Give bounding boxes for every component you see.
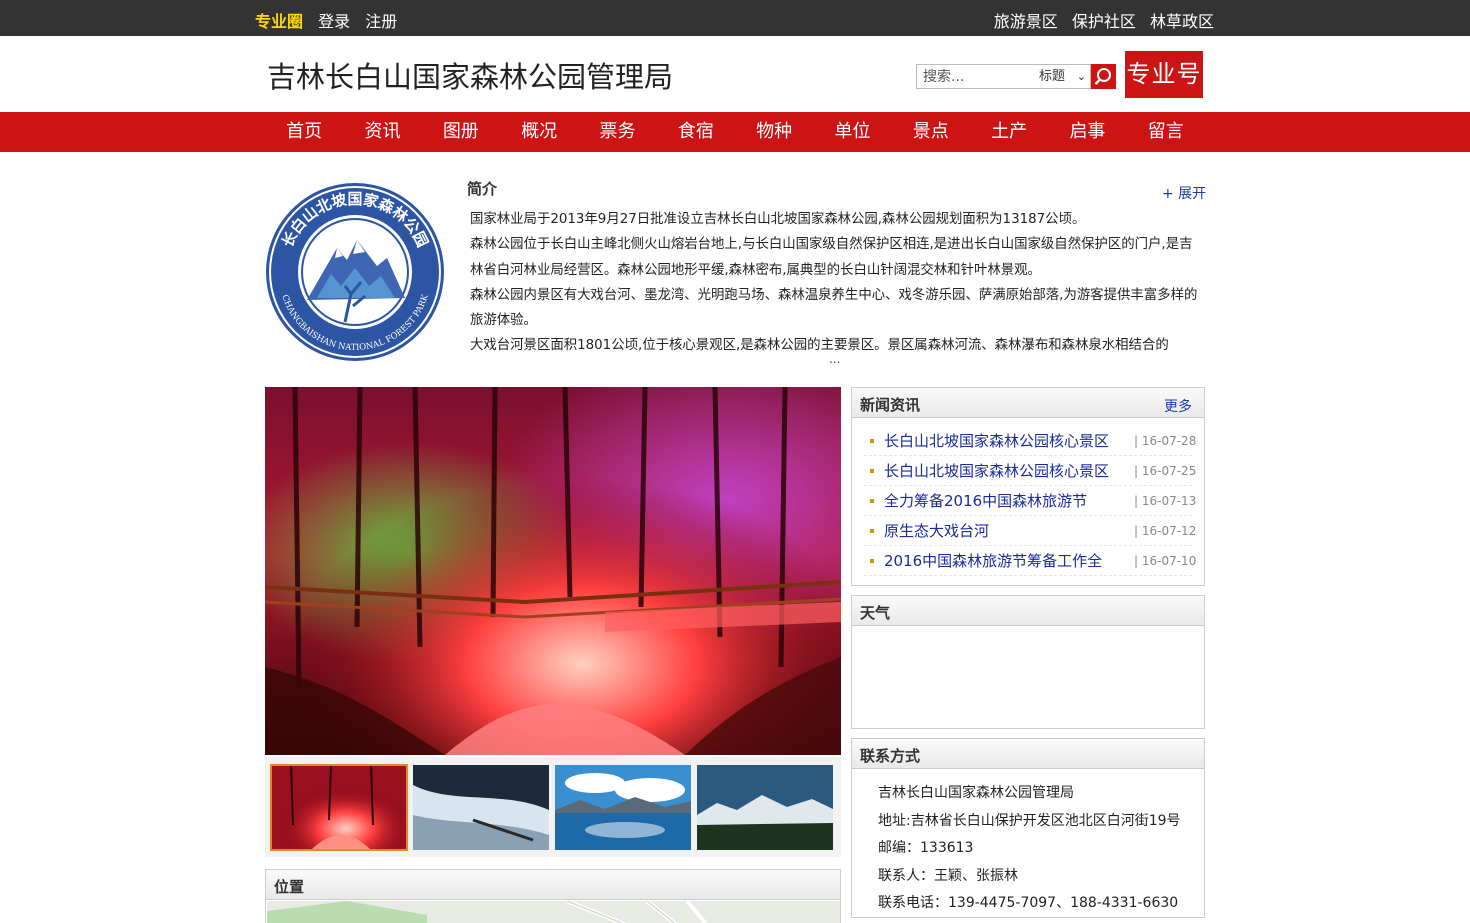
news-item-title[interactable]: 全力筹备2016中国森林旅游节 bbox=[884, 490, 1129, 511]
bullet-icon bbox=[870, 439, 874, 443]
gallery-thumb-4[interactable] bbox=[697, 765, 833, 850]
news-item[interactable]: 全力筹备2016中国森林旅游节 | 16-07-13 bbox=[864, 486, 1196, 516]
brand-link[interactable]: 专业圈 bbox=[255, 12, 303, 31]
news-item-date: | 16-07-25 bbox=[1134, 464, 1197, 478]
nav-item-messages[interactable]: 留言 bbox=[1144, 112, 1188, 152]
nav-item-attractions[interactable]: 景点 bbox=[909, 112, 953, 152]
contact-address: 地址:吉林省长白山保护开发区池北区白河街19号 bbox=[878, 812, 1181, 829]
news-item[interactable]: 原生态大戏台河 | 16-07-12 bbox=[864, 516, 1196, 546]
news-item-title[interactable]: 2016中国森林旅游节筹备工作全 bbox=[884, 550, 1129, 571]
news-item-title[interactable]: 原生态大戏台河 bbox=[884, 520, 1129, 541]
contact-person: 联系人：王颖、张振林 bbox=[878, 867, 1018, 884]
nav-item-lodging[interactable]: 食宿 bbox=[674, 112, 718, 152]
intro-title: 简介 bbox=[467, 180, 498, 198]
weather-panel-header: 天气 bbox=[852, 596, 1204, 626]
location-map[interactable] bbox=[267, 901, 840, 923]
gallery-main-image[interactable] bbox=[265, 387, 841, 755]
topbar-link-scenic[interactable]: 旅游景区 bbox=[994, 12, 1058, 31]
nav-item-products[interactable]: 土产 bbox=[987, 112, 1031, 152]
nav-item-notices[interactable]: 启事 bbox=[1065, 112, 1109, 152]
header: 吉林长白山国家森林公园管理局 标题 ⌄ 专业号 bbox=[0, 36, 1470, 112]
news-item[interactable]: 长白山北坡国家森林公园核心景区 | 16-07-25 bbox=[864, 456, 1196, 486]
bullet-icon bbox=[870, 529, 874, 533]
register-link[interactable]: 注册 bbox=[365, 12, 397, 31]
contact-postcode: 邮编：133613 bbox=[878, 840, 974, 856]
contact-org: 吉林长白山国家森林公园管理局 bbox=[878, 785, 1074, 801]
expand-link[interactable]: + 展开 bbox=[1162, 183, 1206, 203]
main-nav: 首页 资讯 图册 概况 票务 食宿 物种 单位 景点 土产 启事 留言 bbox=[0, 112, 1470, 152]
nav-item-overview[interactable]: 概况 bbox=[517, 112, 561, 152]
bullet-icon bbox=[870, 559, 874, 563]
intro-ellipsis: ... bbox=[829, 352, 841, 366]
weather-panel-title: 天气 bbox=[860, 604, 891, 622]
contact-panel: 联系方式 吉林长白山国家森林公园管理局 地址:吉林省长白山保护开发区池北区白河街… bbox=[851, 738, 1205, 918]
contact-phone: 联系电话：139-4475-7097、188-4331-6630 bbox=[878, 895, 1179, 911]
news-item[interactable]: 长白山北坡国家森林公园核心景区 | 16-07-28 bbox=[864, 426, 1196, 456]
search-icon bbox=[1094, 68, 1111, 85]
nav-item-album[interactable]: 图册 bbox=[439, 112, 483, 152]
intro-paragraph: 森林公园内景区有大戏台河、墨龙湾、光明跑马场、森林温泉养生中心、戏冬游乐园、萨满… bbox=[470, 287, 1198, 329]
contact-list: 吉林长白山国家森林公园管理局 地址:吉林省长白山保护开发区池北区白河街19号 邮… bbox=[878, 780, 1181, 918]
search-box: 标题 ⌄ bbox=[916, 64, 1091, 89]
news-item[interactable]: 2016中国森林旅游节筹备工作全 | 16-07-10 bbox=[864, 546, 1196, 576]
nav-item-species[interactable]: 物种 bbox=[752, 112, 796, 152]
gallery-thumb-2[interactable] bbox=[413, 765, 549, 850]
topbar-right: 旅游景区 保护社区 林草政区 bbox=[985, 8, 1214, 32]
nav-item-tickets[interactable]: 票务 bbox=[595, 112, 639, 152]
gallery-thumb-3[interactable] bbox=[555, 765, 691, 850]
nav-item-home[interactable]: 首页 bbox=[282, 112, 326, 152]
location-panel-header: 位置 bbox=[266, 870, 840, 900]
location-panel-title: 位置 bbox=[274, 878, 305, 896]
chevron-down-icon: ⌄ bbox=[1076, 70, 1086, 83]
topbar-left: 专业圈 登录 注册 bbox=[255, 8, 407, 32]
gallery-thumb-1[interactable] bbox=[270, 764, 408, 851]
news-list: 长白山北坡国家森林公园核心景区 | 16-07-28 长白山北坡国家森林公园核心… bbox=[864, 426, 1196, 576]
weather-panel: 天气 bbox=[851, 595, 1205, 729]
news-panel-header: 新闻资讯 更多 bbox=[852, 388, 1204, 418]
search-button[interactable] bbox=[1091, 64, 1116, 89]
top-bar: 专业圈 登录 注册 旅游景区 保护社区 林草政区 bbox=[0, 0, 1470, 36]
news-item-date: | 16-07-13 bbox=[1134, 494, 1197, 508]
news-item-date: | 16-07-10 bbox=[1134, 554, 1197, 568]
bullet-icon bbox=[870, 499, 874, 503]
login-link[interactable]: 登录 bbox=[318, 12, 350, 31]
nav-items: 首页 资讯 图册 概况 票务 食宿 物种 单位 景点 土产 启事 留言 bbox=[265, 112, 1205, 152]
bullet-icon bbox=[870, 469, 874, 473]
search-scope-value: 标题 bbox=[1039, 69, 1066, 84]
topbar-link-community[interactable]: 保护社区 bbox=[1072, 12, 1136, 31]
contact-panel-title: 联系方式 bbox=[860, 747, 921, 765]
news-item-date: | 16-07-28 bbox=[1134, 434, 1197, 448]
intro-text: 国家林业局于2013年9月27日批准设立吉林长白山北坡国家森林公园,森林公园规划… bbox=[470, 207, 1200, 359]
contact-panel-header: 联系方式 bbox=[852, 739, 1204, 769]
nav-item-units[interactable]: 单位 bbox=[830, 112, 874, 152]
park-logo: 长白山北坡国家森林公园 CHANGBAISHAN NATIONAL FOREST… bbox=[266, 183, 444, 361]
search-scope-select[interactable]: 标题 ⌄ bbox=[1035, 65, 1090, 88]
news-item-title[interactable]: 长白山北坡国家森林公园核心景区 bbox=[884, 460, 1129, 481]
news-panel: 新闻资讯 更多 长白山北坡国家森林公园核心景区 | 16-07-28 长白山北坡… bbox=[851, 387, 1205, 586]
intro-paragraph: 森林公园位于长白山主峰北侧火山熔岩台地上,与长白山国家级自然保护区相连,是进出长… bbox=[470, 237, 1193, 278]
nav-item-news[interactable]: 资讯 bbox=[360, 112, 404, 152]
site-title: 吉林长白山国家森林公园管理局 bbox=[267, 60, 674, 94]
news-item-date: | 16-07-12 bbox=[1134, 524, 1197, 538]
search-input[interactable] bbox=[917, 65, 1031, 88]
location-panel: 位置 bbox=[265, 869, 841, 923]
news-more-link[interactable]: 更多 bbox=[1164, 396, 1192, 416]
topbar-link-forestry[interactable]: 林草政区 bbox=[1150, 12, 1214, 31]
gallery-thumbnails bbox=[265, 757, 841, 857]
news-item-title[interactable]: 长白山北坡国家森林公园核心景区 bbox=[884, 430, 1129, 451]
news-panel-title: 新闻资讯 bbox=[860, 396, 921, 414]
pro-account-badge[interactable]: 专业号 bbox=[1125, 51, 1203, 98]
intro-paragraph: 国家林业局于2013年9月27日批准设立吉林长白山北坡国家森林公园,森林公园规划… bbox=[470, 212, 1086, 227]
